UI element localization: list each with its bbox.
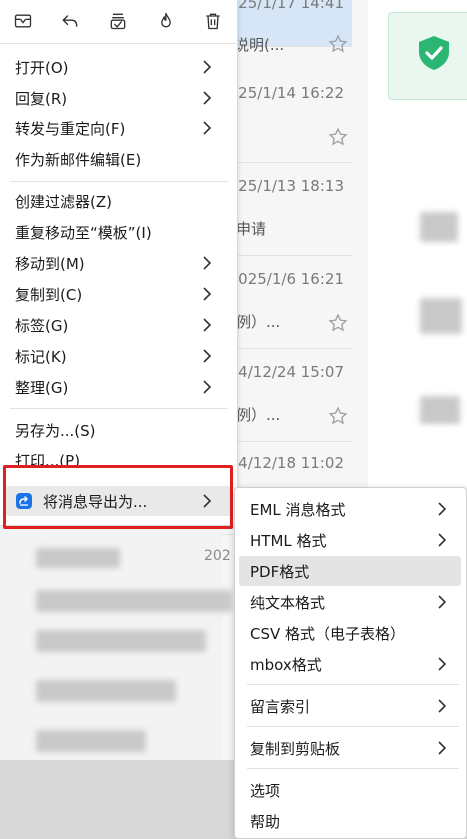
message-snippet: 例）... xyxy=(236,313,281,331)
submenu-item-label: CSV 格式（电子表格） xyxy=(250,624,406,643)
menu-item-label: 回复(R) xyxy=(15,89,68,108)
menu-item-move-to-templates[interactable]: 重复移动至“模板”(I) xyxy=(6,217,232,247)
submenu-item-label: mbox格式 xyxy=(250,655,322,674)
menu-item-label: 标签(G) xyxy=(15,316,69,335)
message-date: 4/12/24 15:07 xyxy=(238,363,344,381)
menu-item-label: 标记(K) xyxy=(15,347,67,366)
menu-item-reply[interactable]: 回复(R) xyxy=(6,83,232,113)
menu-item-create-filter[interactable]: 创建过滤器(Z) xyxy=(6,186,232,216)
reply-icon[interactable] xyxy=(59,10,81,32)
message-snippet: 说明(... xyxy=(234,36,285,54)
archive-icon[interactable] xyxy=(12,10,34,32)
chevron-right-icon xyxy=(438,741,447,755)
message-date: 25/1/14 16:22 xyxy=(238,84,344,102)
chevron-right-icon xyxy=(203,380,212,394)
chevron-right-icon xyxy=(438,657,447,671)
star-outline-icon[interactable] xyxy=(328,127,348,147)
menu-item-save-as[interactable]: 另存为...(S) xyxy=(6,415,232,445)
submenu-item-label: 选项 xyxy=(250,781,281,800)
menu-item-mark[interactable]: 标记(K) xyxy=(6,341,232,371)
menu-item-label: 整理(G) xyxy=(15,378,69,397)
menu-item-label: 移动到(M) xyxy=(15,254,85,273)
menu-item-move-to[interactable]: 移动到(M) xyxy=(6,248,232,278)
message-date: 25/1/17 14:41 xyxy=(238,0,344,12)
submenu-item-plain-text[interactable]: 纯文本格式 xyxy=(239,587,461,617)
chevron-right-icon xyxy=(438,502,447,516)
chevron-right-icon xyxy=(203,256,212,270)
chevron-right-icon xyxy=(203,287,212,301)
menu-item-edit-as-new[interactable]: 作为新邮件编辑(E) xyxy=(6,144,232,174)
shield-check-icon xyxy=(417,35,451,75)
menu-item-forward-redirect[interactable]: 转发与重定向(F) xyxy=(6,113,232,143)
submenu-item-eml[interactable]: EML 消息格式 xyxy=(239,494,461,524)
submenu-item-help[interactable]: 帮助 xyxy=(239,806,461,836)
mark-read-icon[interactable] xyxy=(107,10,129,32)
menu-separator xyxy=(10,408,228,409)
menu-item-label: 创建过滤器(Z) xyxy=(15,192,112,211)
chevron-right-icon xyxy=(203,121,212,135)
menu-item-label: 作为新邮件编辑(E) xyxy=(15,150,142,169)
message-context-menu: 打开(O) 回复(R) 转发与重定向(F) 作为新邮件编辑(E) 创建过滤器(Z… xyxy=(0,0,238,526)
submenu-item-label: PDF格式 xyxy=(250,562,310,581)
menu-separator xyxy=(247,684,459,685)
submenu-item-label: 纯文本格式 xyxy=(250,593,326,612)
partial-year-text: 202 xyxy=(204,548,231,564)
menu-item-open[interactable]: 打开(O) xyxy=(6,52,232,82)
security-banner xyxy=(388,12,467,100)
chevron-right-icon xyxy=(438,699,447,713)
menu-item-copy-to[interactable]: 复制到(C) xyxy=(6,279,232,309)
submenu-item-mbox[interactable]: mbox格式 xyxy=(239,649,461,679)
message-list-item[interactable]: 25/1/17 14:41 说明(... xyxy=(222,0,352,54)
trash-icon[interactable] xyxy=(202,10,224,32)
submenu-item-csv[interactable]: CSV 格式（电子表格） xyxy=(239,618,461,648)
flame-icon[interactable] xyxy=(155,10,177,32)
chevron-right-icon xyxy=(203,318,212,332)
menu-item-label: 打开(O) xyxy=(15,58,69,77)
submenu-item-label: 复制到剪贴板 xyxy=(250,739,341,758)
menu-item-label: 另存为...(S) xyxy=(15,421,96,440)
chevron-right-icon xyxy=(203,60,212,74)
menu-item-tags[interactable]: 标签(G) xyxy=(6,310,232,340)
star-outline-icon[interactable] xyxy=(328,406,348,426)
star-outline-icon[interactable] xyxy=(328,313,348,333)
message-date: 2025/1/6 16:21 xyxy=(228,270,344,288)
message-list-item[interactable]: 2025/1/6 16:21 例）... xyxy=(222,256,352,349)
export-submenu: EML 消息格式 HTML 格式 PDF格式 纯文本格式 CSV 格式（电子表格… xyxy=(234,487,467,839)
menu-item-organize[interactable]: 整理(G) xyxy=(6,372,232,402)
chevron-right-icon xyxy=(438,595,447,609)
chevron-right-icon xyxy=(203,91,212,105)
submenu-item-options[interactable]: 选项 xyxy=(239,775,461,805)
message-snippet: 例）... xyxy=(236,406,281,424)
message-date: 4/12/18 11:02 xyxy=(238,454,344,472)
submenu-item-label: 留言索引 xyxy=(250,697,311,716)
menu-item-label: 转发与重定向(F) xyxy=(15,119,126,138)
menu-separator xyxy=(10,181,228,182)
chevron-right-icon xyxy=(203,349,212,363)
message-date: 25/1/13 18:13 xyxy=(238,177,344,195)
chevron-right-icon xyxy=(438,533,447,547)
message-list-item[interactable]: 4/12/24 15:07 例）... xyxy=(222,349,352,442)
menu-separator xyxy=(247,726,459,727)
menu-item-label: 复制到(C) xyxy=(15,285,83,304)
message-list-item[interactable]: 25/1/14 16:22 xyxy=(222,70,352,163)
submenu-item-message-index[interactable]: 留言索引 xyxy=(239,691,461,721)
submenu-item-pdf[interactable]: PDF格式 xyxy=(239,556,461,586)
star-outline-icon[interactable] xyxy=(328,34,348,54)
menu-item-label: 重复移动至“模板”(I) xyxy=(15,223,152,242)
submenu-item-label: 帮助 xyxy=(250,812,281,831)
submenu-item-copy-to-clipboard[interactable]: 复制到剪贴板 xyxy=(239,733,461,763)
context-menu-toolbar xyxy=(0,0,238,44)
highlight-box xyxy=(3,465,233,529)
submenu-item-label: EML 消息格式 xyxy=(250,500,346,519)
menu-separator xyxy=(247,768,459,769)
message-snippet: 申请 xyxy=(236,220,267,238)
submenu-item-html[interactable]: HTML 格式 xyxy=(239,525,461,555)
message-list-item[interactable]: 25/1/13 18:13 申请 xyxy=(222,163,352,256)
submenu-item-label: HTML 格式 xyxy=(250,531,327,550)
